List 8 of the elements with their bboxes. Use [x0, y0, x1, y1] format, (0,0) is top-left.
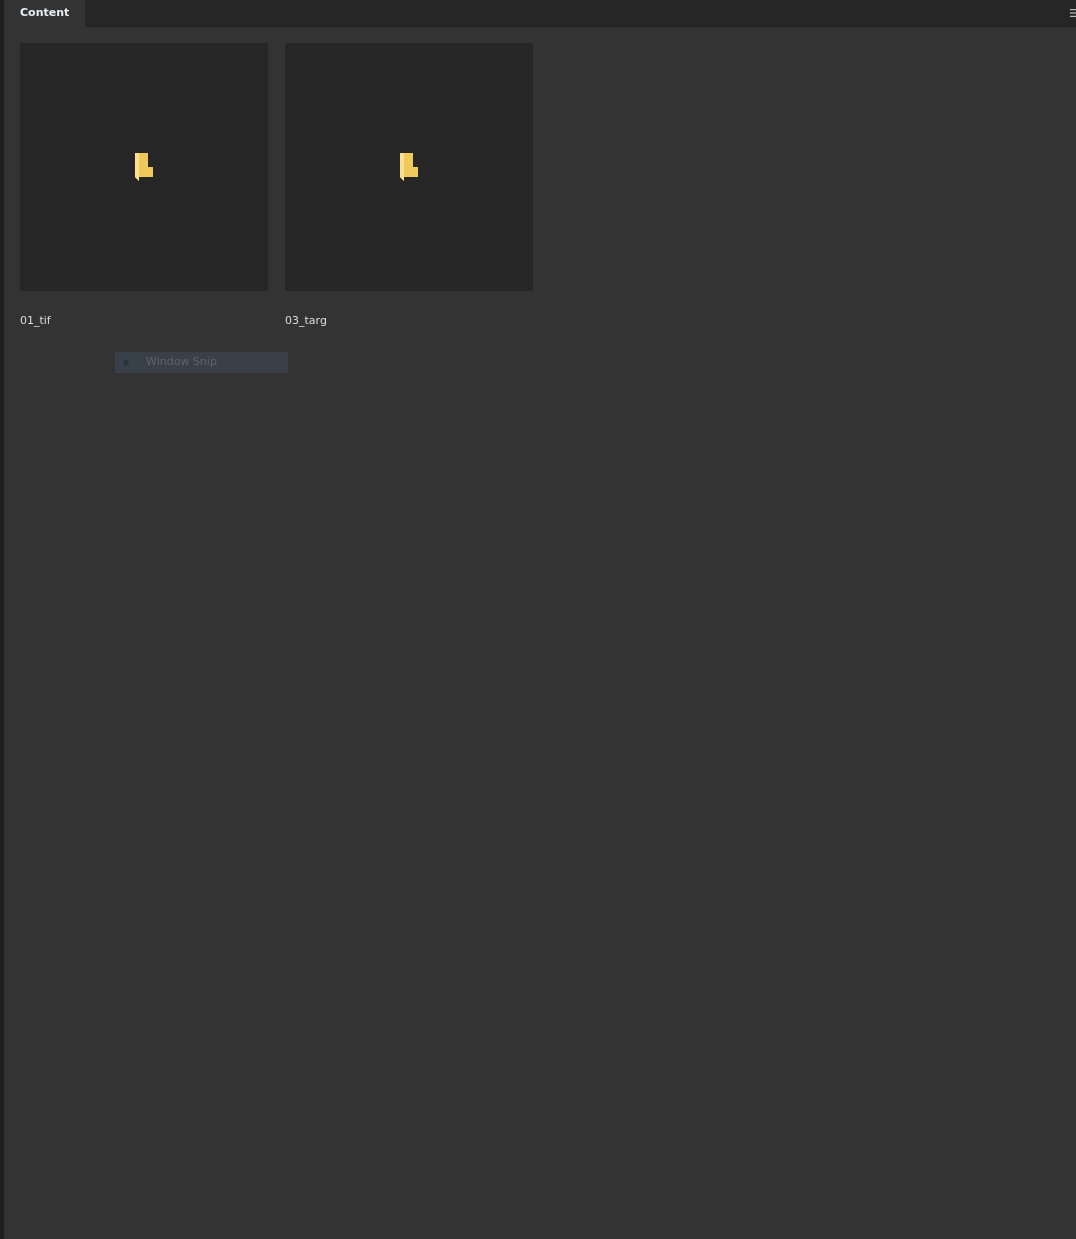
menu-icon[interactable]: [1070, 9, 1076, 17]
folder-thumbnail[interactable]: [285, 43, 533, 291]
folder-icon: [134, 153, 154, 181]
item-name: 01_tif: [20, 313, 51, 329]
folder-icon: [399, 153, 419, 181]
folder-thumbnail[interactable]: [20, 43, 268, 291]
panel-tab[interactable]: Content: [4, 0, 86, 27]
item-name: 03_targ: [285, 313, 327, 329]
